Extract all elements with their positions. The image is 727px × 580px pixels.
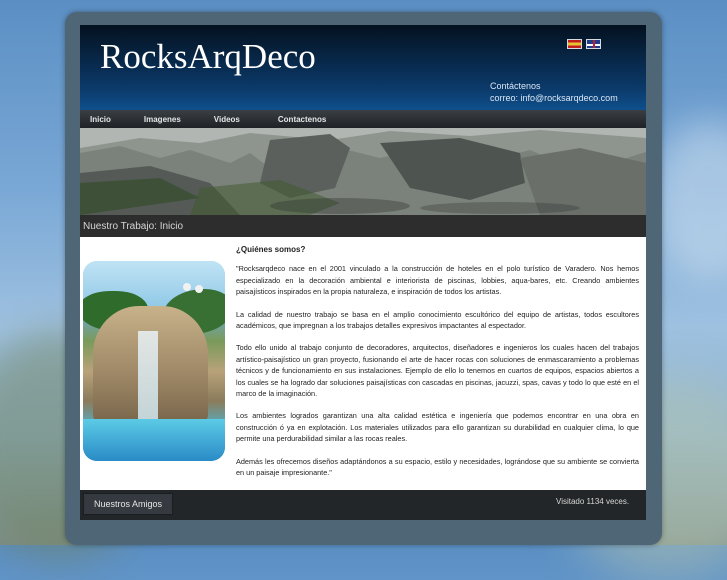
paragraph: La calidad de nuestro trabajo se basa en… bbox=[236, 309, 639, 331]
nav-item-inicio[interactable]: Inicio bbox=[90, 115, 111, 124]
paragraph: Los ambientes logrados garantizan una al… bbox=[236, 411, 639, 444]
nav-item-imagenes[interactable]: Imagenes bbox=[144, 115, 181, 124]
nav-item-contactenos[interactable]: Contactenos bbox=[278, 115, 326, 124]
breadcrumb-bar: Nuestro Trabajo: Inicio bbox=[80, 215, 646, 237]
about-text: ¿Quiénes somos? "Rocksarqdeco nace en el… bbox=[236, 244, 639, 490]
paragraph: Todo ello unido al trabajo conjunto de d… bbox=[236, 343, 639, 399]
header: RocksArqDeco Contáctenos correo: info@ro… bbox=[80, 25, 646, 110]
nav-item-videos[interactable]: Videos bbox=[214, 115, 240, 124]
waterfall-pool-photo bbox=[83, 261, 225, 461]
page-container: RocksArqDeco Contáctenos correo: info@ro… bbox=[80, 25, 646, 520]
nuestros-amigos-button[interactable]: Nuestros Amigos bbox=[83, 493, 173, 515]
rocks-banner-image bbox=[80, 128, 646, 215]
breadcrumb: Nuestro Trabajo: Inicio bbox=[83, 221, 184, 232]
hero-banner-image bbox=[80, 128, 646, 215]
main-nav: Inicio Imagenes Videos Contactenos bbox=[80, 110, 646, 128]
site-title: RocksArqDeco bbox=[100, 37, 316, 76]
about-heading: ¿Quiénes somos? bbox=[236, 245, 306, 254]
language-selector bbox=[567, 39, 601, 49]
es-flag-icon[interactable] bbox=[567, 39, 582, 49]
paragraph: Además les ofrecemos diseños adaptándono… bbox=[236, 456, 639, 478]
contact-email[interactable]: correo: info@rocksarqdeco.com bbox=[490, 92, 618, 104]
footer: Nuestros Amigos Visitado 1134 veces. bbox=[80, 490, 646, 520]
paragraph: "Rocksarqdeco nace en el 2001 vinculado … bbox=[236, 264, 639, 297]
visit-counter: Visitado 1134 veces. bbox=[556, 497, 630, 506]
contact-label: Contáctenos bbox=[490, 81, 541, 91]
contact-info: Contáctenos correo: info@rocksarqdeco.co… bbox=[490, 80, 618, 104]
uk-flag-icon[interactable] bbox=[586, 39, 601, 49]
main-content: ¿Quiénes somos? "Rocksarqdeco nace en el… bbox=[80, 237, 646, 490]
